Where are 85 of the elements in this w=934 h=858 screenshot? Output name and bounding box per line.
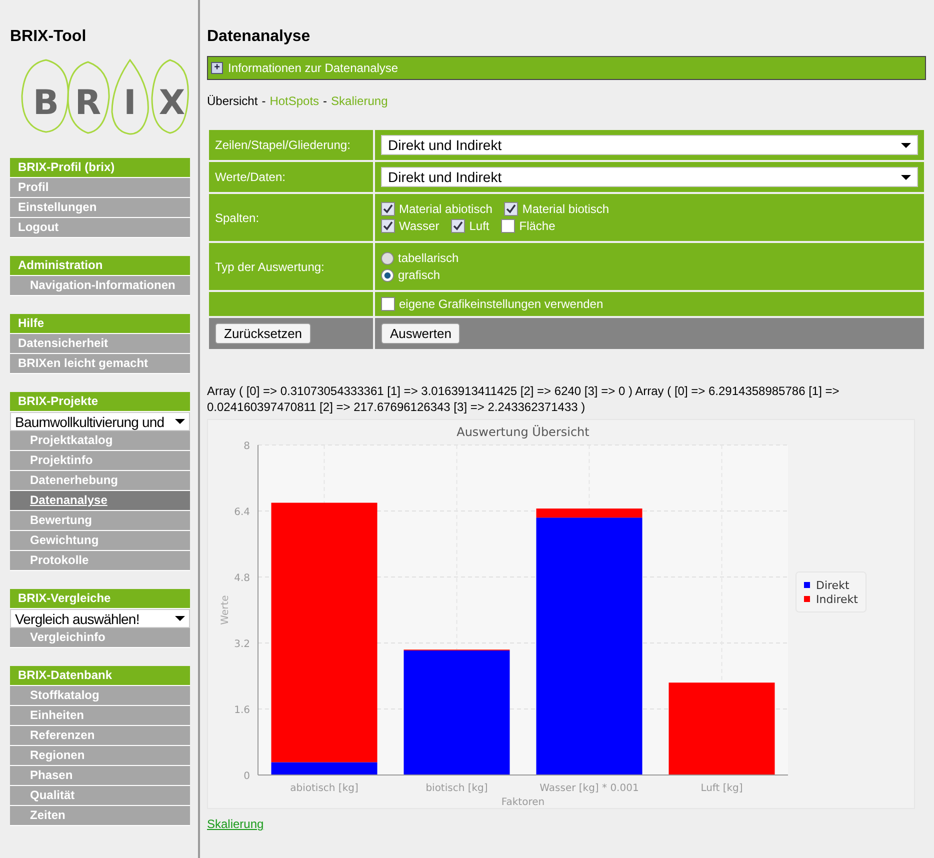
project-dropdown[interactable]: Vergleich auswählen! bbox=[10, 609, 190, 628]
nav-item[interactable]: Stoffkatalog bbox=[10, 686, 190, 706]
checkbox[interactable] bbox=[451, 219, 466, 233]
form-button[interactable]: Zurücksetzen bbox=[215, 323, 312, 344]
tick-label: 1.6 bbox=[234, 705, 250, 716]
nav-item[interactable]: Gewichtung bbox=[10, 531, 190, 551]
nav-item[interactable]: Navigation-Informationen bbox=[10, 276, 190, 296]
checkbox[interactable] bbox=[381, 297, 395, 311]
nav-item[interactable]: Projektinfo bbox=[10, 451, 190, 471]
radio-label: tabellarisch bbox=[398, 251, 459, 265]
nav-item[interactable]: Profil bbox=[10, 178, 190, 198]
legend-background bbox=[796, 572, 866, 612]
checkbox[interactable] bbox=[381, 219, 395, 233]
legend-label: Direkt bbox=[816, 579, 850, 592]
category-label: abiotisch [kg] bbox=[290, 783, 358, 794]
debug-output: Array ( [0] => 0.31073054333361 [1] => 3.0163913411425 [2] => 6240 [3] => 0 ) Array ( [0] => 6.2914358985786 [1] => 0.024160397470811 [2] => 217.67696126343 [3] => 2.243362371433 ) bbox=[207, 383, 840, 415]
category-label: Wasser [kg] * 0.001 bbox=[540, 783, 639, 794]
section-heading: Administration bbox=[10, 256, 190, 276]
nav-item[interactable]: Einstellungen bbox=[10, 198, 190, 218]
checkbox[interactable] bbox=[501, 219, 516, 233]
nav-item[interactable]: Protokolle bbox=[10, 551, 190, 571]
tick-label: 4.8 bbox=[234, 573, 250, 584]
select-field[interactable]: Direkt und Indirekt bbox=[381, 167, 918, 187]
nav-item[interactable]: Datensicherheit bbox=[10, 334, 190, 354]
project-dropdown[interactable]: Baumwollkultivierung und bbox=[10, 412, 190, 431]
section-heading: BRIX-Vergleiche bbox=[10, 589, 190, 609]
legend-label: Indirekt bbox=[816, 593, 858, 606]
section-heading: Hilfe bbox=[10, 314, 190, 334]
checkbox-label: Luft bbox=[469, 219, 490, 233]
expand-icon: + bbox=[211, 62, 223, 74]
separator: - bbox=[323, 94, 328, 108]
axis-title: Werte bbox=[220, 595, 231, 625]
nav-item[interactable]: Datenanalyse bbox=[10, 491, 190, 511]
radio-label: grafisch bbox=[398, 268, 440, 282]
separator: - bbox=[262, 94, 266, 108]
tick-label: 6.4 bbox=[234, 507, 250, 518]
caret-icon bbox=[901, 174, 911, 180]
nav-item[interactable]: Regionen bbox=[10, 746, 190, 766]
select-field[interactable]: Direkt und Indirekt bbox=[381, 135, 918, 155]
tick-label: 8 bbox=[244, 441, 250, 452]
nav-item[interactable]: Vergleichinfo bbox=[10, 628, 190, 648]
tick-label: 3.2 bbox=[234, 639, 250, 650]
tick-label: 0 bbox=[244, 771, 250, 782]
field-label: Zeilen/Stapel/Gliederung: bbox=[215, 138, 350, 152]
field-label: Werte/Daten: bbox=[215, 170, 286, 184]
axis-title: Faktoren bbox=[501, 797, 545, 808]
section-heading: BRIX-Datenbank bbox=[10, 666, 190, 686]
nav-item[interactable]: Bewertung bbox=[10, 511, 190, 531]
caret-icon bbox=[901, 142, 911, 148]
nav-item[interactable]: Phasen bbox=[10, 766, 190, 786]
app-title: BRIX-Tool bbox=[10, 28, 88, 46]
checkbox[interactable] bbox=[381, 202, 395, 216]
section-heading: BRIX-Profil (brix) bbox=[10, 158, 190, 178]
section-heading: BRIX-Projekte bbox=[10, 392, 190, 412]
checkbox-label: Fläche bbox=[519, 219, 556, 233]
nav-item[interactable]: Qualität bbox=[10, 786, 190, 806]
nav-item[interactable]: Referenzen bbox=[10, 726, 190, 746]
chart-title: Auswertung Übersicht bbox=[456, 425, 590, 439]
checkbox[interactable] bbox=[504, 202, 518, 216]
radio-button[interactable] bbox=[381, 252, 394, 264]
nav-item[interactable]: BRIXen leicht gemacht bbox=[10, 354, 190, 374]
nav-item[interactable]: Zeiten bbox=[10, 806, 190, 826]
radio-button[interactable] bbox=[381, 268, 394, 282]
nav-item[interactable]: Logout bbox=[10, 218, 190, 238]
category-label: Luft [kg] bbox=[700, 783, 743, 794]
breadcrumb-link[interactable]: Skalierung bbox=[331, 94, 388, 108]
nav-item[interactable]: Einheiten bbox=[10, 706, 190, 726]
field-label: Spalten: bbox=[215, 210, 260, 224]
brix-logo: B R I X bbox=[10, 56, 190, 136]
checkbox-label: Wasser bbox=[399, 219, 440, 233]
nav-item[interactable]: Datenerhebung bbox=[10, 471, 190, 491]
caret-icon bbox=[175, 419, 185, 424]
checkbox-label: eigene Grafikeinstellungen verwenden bbox=[399, 297, 604, 311]
checkbox-label: Material biotisch bbox=[522, 202, 610, 216]
page-title: Datenanalyse bbox=[207, 28, 312, 46]
checkbox-label: Material abiotisch bbox=[399, 202, 492, 216]
breadcrumb-link[interactable]: HotSpots bbox=[270, 94, 320, 108]
caret-icon bbox=[175, 616, 185, 621]
info-bar[interactable]: + Informationen zur Datenanalyse bbox=[207, 56, 926, 80]
breadcrumb-link[interactable]: Übersicht bbox=[207, 94, 258, 108]
category-label: biotisch [kg] bbox=[426, 783, 488, 794]
field-label: Typ der Auswertung: bbox=[215, 260, 324, 274]
scaling-link[interactable]: Skalierung bbox=[207, 817, 926, 831]
form-button[interactable]: Auswerten bbox=[381, 323, 460, 344]
nav-item[interactable]: Projektkatalog bbox=[10, 431, 190, 451]
